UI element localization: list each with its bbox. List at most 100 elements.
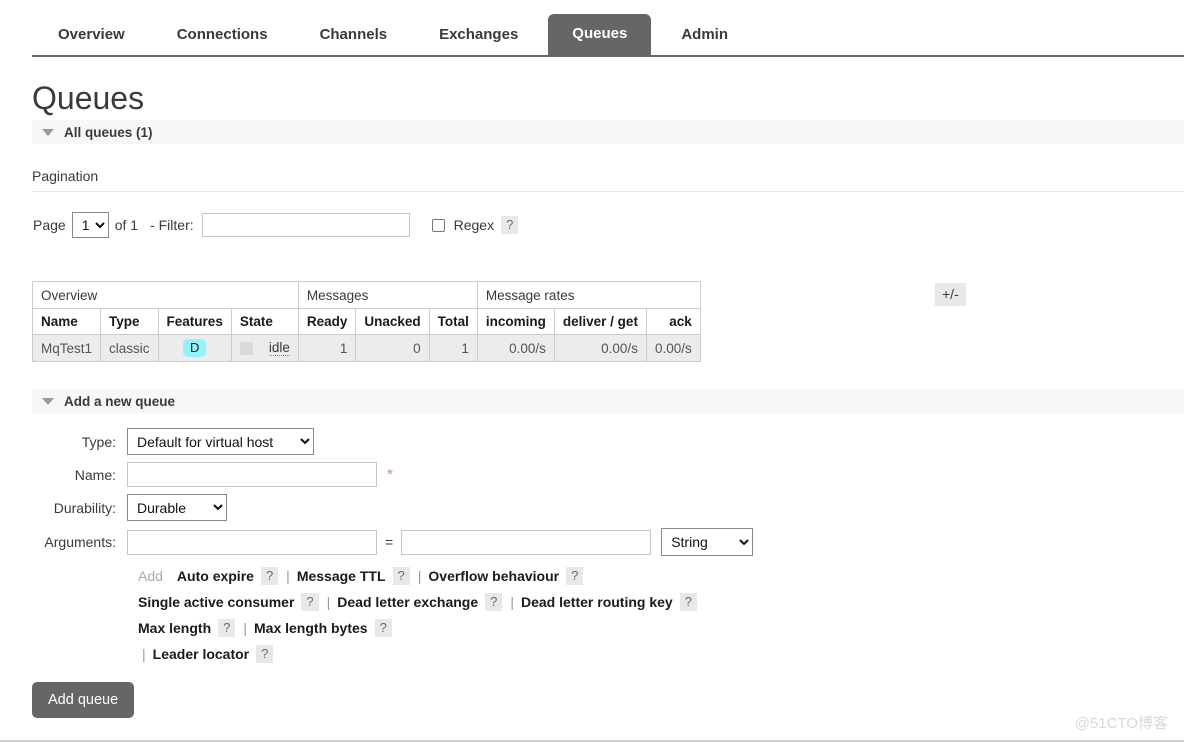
type-row: Type: Default for virtual hostClassicQuo… (32, 428, 1032, 455)
column-header-type[interactable]: Type (100, 308, 159, 335)
durable-feature-badge: D (182, 339, 207, 357)
regex-option: Regex ? (431, 216, 519, 234)
messages-unacked-cell: 0 (355, 334, 430, 362)
regex-checkbox[interactable] (431, 218, 445, 232)
page-total-label: of 1 (114, 217, 139, 233)
help-icon[interactable]: ? (566, 567, 584, 585)
preset-auto-expire[interactable]: Auto expire (177, 563, 254, 589)
argument-preset-row: | Leader locator? (138, 641, 1032, 667)
column-header-name[interactable]: Name (31, 308, 102, 335)
preset-separator: | (286, 568, 290, 584)
nav-tab-queues[interactable]: Queues (548, 13, 652, 56)
preset-max-length-bytes[interactable]: Max length bytes (254, 615, 368, 641)
arguments-row: Arguments: = StringNumberBooleanList (32, 528, 1032, 556)
help-icon[interactable]: ? (256, 645, 274, 663)
queue-features-cell: D (157, 334, 232, 362)
nav-tab-list: Overview Connections Channels Exchanges Queu… (32, 0, 754, 56)
column-header-deliver-get[interactable]: deliver / get (553, 308, 647, 335)
help-icon[interactable]: ? (374, 619, 392, 637)
table-group-header: Message rates (476, 281, 701, 309)
nav-tab-exchanges[interactable]: Exchanges (417, 16, 540, 57)
column-header-incoming[interactable]: incoming (476, 308, 555, 335)
preset-separator: | (510, 594, 514, 610)
help-icon[interactable]: ? (301, 593, 319, 611)
column-header-features[interactable]: Features (157, 308, 232, 335)
column-header-state[interactable]: State (230, 308, 299, 335)
preset-leader-locator[interactable]: Leader locator (153, 641, 249, 667)
add-queue-submit-button[interactable]: Add queue (32, 682, 135, 718)
preset-max-length[interactable]: Max length (138, 615, 211, 641)
preset-dead-letter-routing-key[interactable]: Dead letter routing key (521, 589, 673, 615)
equals-sign: = (385, 534, 394, 550)
help-icon[interactable]: ? (679, 593, 697, 611)
argument-type-select[interactable]: StringNumberBooleanList (661, 528, 754, 556)
pagination-heading: Pagination (32, 168, 99, 184)
preset-separator: | (326, 594, 331, 610)
all-queues-section-label: All queues (1) (64, 124, 153, 140)
argument-value-input[interactable] (401, 529, 652, 555)
column-header-ack[interactable]: ack (645, 308, 701, 335)
queue-type-cell: classic (100, 334, 159, 362)
add-queue-form: Type: Default for virtual hostClassicQuo… (32, 428, 1032, 667)
nav-tab-admin[interactable]: Admin (659, 16, 750, 57)
page-label: Page (33, 217, 66, 233)
queue-state-cell: idle (230, 334, 299, 362)
nav-tab-overview[interactable]: Overview (36, 16, 147, 57)
type-label: Type: (81, 433, 116, 450)
regex-help-icon[interactable]: ? (501, 216, 519, 234)
table-group-header: Overview (32, 281, 299, 309)
pagination-controls: Page 1 of 1 - Filter: Regex ? (33, 212, 519, 238)
argument-type-wrapper: StringNumberBooleanList (661, 528, 754, 556)
nav-tab-connections[interactable]: Connections (155, 16, 290, 57)
preset-overflow-behaviour[interactable]: Overflow behaviour (428, 563, 559, 589)
help-icon[interactable]: ? (485, 593, 503, 611)
durability-select[interactable]: DurableTransient (127, 494, 227, 521)
help-icon[interactable]: ? (392, 567, 410, 585)
column-header-ready[interactable]: Ready (297, 308, 357, 335)
preset-separator: | (142, 646, 146, 662)
page-select[interactable]: 1 (71, 212, 109, 238)
column-header-total[interactable]: Total (428, 308, 478, 335)
messages-total-cell: 1 (428, 334, 478, 362)
queue-type-select[interactable]: Default for virtual hostClassicQuorumStr… (127, 428, 314, 455)
name-row: Name: * (32, 462, 1032, 487)
state-wrapper: idle (239, 340, 290, 356)
add-queue-section-header[interactable]: Add a new queue (32, 389, 1184, 413)
nav-tab-channels[interactable]: Channels (298, 16, 410, 57)
page-title: Queues (32, 80, 145, 116)
preset-separator: | (243, 620, 247, 636)
queue-name-link[interactable]: MqTest1 (31, 334, 102, 362)
filter-input[interactable] (201, 213, 410, 237)
watermark: @51CTO博客 (1074, 715, 1168, 732)
main-navigation: Overview Connections Channels Exchanges Queu… (0, 0, 1184, 58)
messages-ready-cell: 1 (297, 334, 357, 362)
add-argument-link[interactable]: Add (138, 563, 163, 589)
queue-name-input[interactable] (127, 462, 377, 487)
preset-separator: | (417, 568, 422, 584)
state-label: idle (268, 340, 290, 356)
preset-dead-letter-exchange[interactable]: Dead letter exchange (337, 589, 478, 615)
table-group-header: Messages (297, 281, 478, 309)
preset-single-active-consumer[interactable]: Single active consumer (138, 589, 294, 615)
durability-label: Durability: (53, 499, 116, 516)
name-label: Name: (74, 466, 116, 483)
required-asterisk: * (387, 466, 393, 483)
state-indicator-icon (239, 341, 253, 355)
all-queues-section-header[interactable]: All queues (1) (32, 120, 1184, 144)
preset-message-ttl[interactable]: Message TTL (297, 563, 386, 589)
argument-presets: Add Auto expire? | Message TTL? | Overflow be… (138, 563, 1032, 667)
column-toggle-button[interactable]: +/- (935, 283, 966, 306)
help-icon[interactable]: ? (218, 619, 236, 637)
argument-preset-row: Single active consumer? | Dead letter exch… (138, 589, 1032, 615)
help-icon[interactable]: ? (260, 567, 279, 585)
regex-label: Regex (453, 217, 495, 233)
table-row[interactable]: MqTest1 classic Didle 1 0 1 0.00/s 0.00/s 0.00/s (31, 334, 701, 362)
rate-deliver-get-cell: 0.00/s (553, 334, 647, 362)
queues-table: Overview Messages Message rates Name Type Fea… (31, 281, 701, 362)
table-header-row: Name Type Features State Ready Unacked Total in… (31, 308, 701, 335)
pagination-divider (32, 191, 1184, 192)
table-group-header-row: Overview Messages Message rates (32, 281, 701, 309)
filter-label: - Filter: (150, 217, 194, 233)
argument-key-input[interactable] (127, 529, 377, 555)
column-header-unacked[interactable]: Unacked (355, 308, 430, 335)
